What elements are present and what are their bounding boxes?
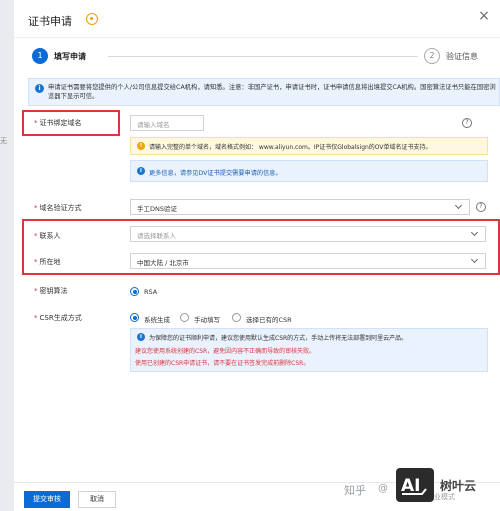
watermark-zhihu: 知乎: [344, 484, 366, 497]
info-icon: i: [137, 333, 145, 341]
dialog-title: 证书申请: [28, 15, 72, 28]
chevron-down-icon: [471, 230, 479, 238]
domain-format-tip: ! 请输入完整的单个域名，域名格式例如： www.aliyun.com。IP证书…: [130, 137, 488, 155]
chevron-down-icon: [455, 203, 463, 211]
watermark-sub: 业模式: [434, 493, 455, 501]
info-icon: i: [35, 84, 44, 93]
domain-label: * 证书绑定域名: [34, 119, 82, 127]
location-select[interactable]: 中国大陆 / 北京市: [130, 253, 486, 269]
contact-placeholder: 请选择联系人: [137, 232, 176, 240]
csr-system-label: 系统生成: [144, 316, 170, 324]
submit-review-button[interactable]: 提交审核: [24, 491, 70, 508]
step-indicator: 1 填写申请 2 验证信息: [14, 48, 500, 68]
verify-method-value: 手工DNS验证: [137, 205, 177, 213]
csr-tip-line-3: 使用已创建的CSR申请证书，请不要在证书签发完成前删除CSR。: [135, 360, 310, 367]
close-icon[interactable]: ×: [476, 8, 492, 24]
help-circle-icon[interactable]: [86, 13, 98, 25]
cancel-button[interactable]: 取消: [78, 491, 116, 508]
dv-info-tip: i 更多信息，请参见DV证书提交需要申请的信息。: [130, 160, 488, 182]
info-icon: i: [137, 167, 145, 175]
location-value: 中国大陆 / 北京市: [137, 259, 189, 267]
question-mark-icon[interactable]: ?: [476, 202, 486, 212]
watermark-logo-icon: AI: [396, 468, 434, 502]
location-label: * 所在地: [34, 258, 61, 266]
csr-manual-radio[interactable]: [180, 313, 189, 322]
csr-tip-line-2: 建议您使用系统创建的CSR，避免因内容不正确而导致的审核失败。: [135, 348, 316, 355]
csr-manual-label: 手动填写: [194, 316, 220, 324]
contact-select[interactable]: 请选择联系人: [130, 226, 486, 242]
csr-method-label: * CSR生成方式: [34, 314, 82, 322]
dialog-header: 证书申请 ×: [14, 0, 500, 38]
csr-tip: i 为保障您的证书顺利申请，建议您使用默认生成CSR的方式，手动上传将无法部署到…: [130, 328, 488, 372]
question-mark-icon[interactable]: ?: [462, 118, 472, 128]
step-2-circle: 2: [424, 48, 440, 64]
csr-system-radio[interactable]: [130, 313, 139, 322]
background-text-fragment: 无: [0, 137, 7, 145]
csr-tip-line-1: 为保障您的证书顺利申请，建议您使用默认生成CSR的方式，手动上传将无法部署到阿里…: [149, 335, 408, 342]
dv-info-link[interactable]: 更多信息，请参见DV证书提交需要申请的信息。: [149, 168, 282, 177]
step-1-label: 填写申请: [54, 52, 86, 61]
domain-placeholder: 请输入域名: [137, 121, 170, 129]
step-1-circle: 1: [32, 48, 48, 64]
info-notice: i 申请证书需要将您提供的个人/公司信息提交给CA机构，请知悉。注意：非国产证书…: [28, 78, 500, 106]
chevron-down-icon: [471, 257, 479, 265]
verify-method-select[interactable]: 手工DNS验证: [130, 199, 470, 215]
rsa-radio[interactable]: [130, 287, 139, 296]
watermark: 知乎 @ AI 树叶云 业模式: [330, 466, 500, 511]
step-connector: [108, 56, 418, 57]
domain-input[interactable]: 请输入域名: [130, 115, 204, 131]
certificate-apply-dialog: 证书申请 × 1 填写申请 2 验证信息 i 申请证书需要将您提供的个人/公司信…: [14, 0, 500, 511]
warning-icon: !: [137, 142, 145, 150]
rsa-radio-label: RSA: [144, 288, 158, 296]
step-2-label: 验证信息: [446, 52, 478, 61]
csr-existing-radio[interactable]: [232, 313, 241, 322]
contact-label: * 联系人: [34, 232, 61, 240]
watermark-at: @: [378, 483, 388, 494]
background-page: 无: [0, 0, 14, 511]
csr-existing-label: 选择已有的CSR: [246, 316, 292, 324]
key-algorithm-label: * 密钥算法: [34, 287, 68, 295]
verify-method-label: * 域名验证方式: [34, 204, 82, 212]
notice-text: 申请证书需要将您提供的个人/公司信息提交给CA机构，请知悉。注意：非国产证书，申…: [48, 84, 496, 100]
domain-format-tip-text: 请输入完整的单个域名，域名格式例如： www.aliyun.com。IP证书仅G…: [149, 144, 432, 151]
